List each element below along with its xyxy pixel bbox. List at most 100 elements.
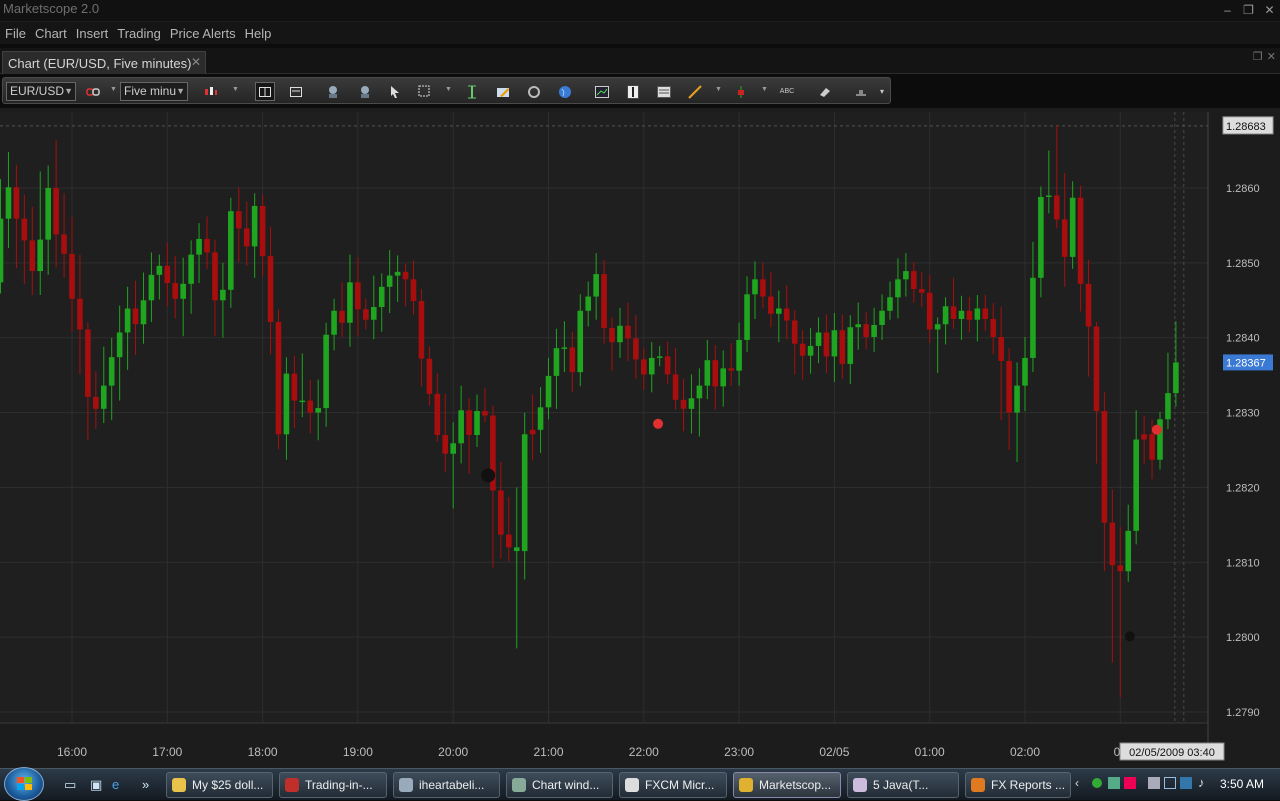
candle-body bbox=[577, 310, 584, 373]
chart-picture-icon[interactable] bbox=[592, 82, 612, 101]
internet-explorer-icon[interactable]: e bbox=[112, 777, 119, 792]
menu-insert[interactable]: Insert bbox=[72, 26, 113, 41]
candle-body bbox=[942, 306, 949, 325]
tray-clipboard-icon[interactable] bbox=[1148, 777, 1160, 789]
line-tool-icon[interactable] bbox=[685, 82, 705, 101]
candle-body bbox=[1077, 197, 1084, 284]
restore-button[interactable]: ❐ bbox=[1238, 0, 1259, 20]
taskbar-button[interactable]: FXCM Micr... bbox=[619, 772, 727, 798]
tab-strip: Chart (EUR/USD, Five minutes) ✕ ❐ ✕ bbox=[0, 48, 1280, 74]
dropdown-arrow-icon[interactable]: ▼ bbox=[110, 86, 117, 93]
candle-body bbox=[21, 218, 28, 241]
candle-body bbox=[69, 253, 75, 299]
candle-body bbox=[363, 309, 369, 320]
taskbar-button[interactable]: 5 Java(T... bbox=[847, 772, 959, 798]
chart-grid bbox=[0, 108, 1280, 768]
settings-icon[interactable] bbox=[851, 82, 871, 101]
minimize-button[interactable]: – bbox=[1217, 0, 1238, 20]
symbol-select[interactable]: EUR/USD ▼ bbox=[6, 82, 76, 101]
quicklaunch-overflow-icon[interactable]: » bbox=[142, 777, 149, 792]
toolbar-overflow-icon[interactable]: ▾ bbox=[876, 82, 888, 101]
buy-sell-icon[interactable] bbox=[731, 82, 751, 101]
menu-trading[interactable]: Trading bbox=[113, 26, 165, 41]
menu-chart[interactable]: Chart bbox=[31, 26, 71, 41]
candle-body bbox=[569, 347, 576, 373]
taskbar-button[interactable]: FX Reports ... bbox=[965, 772, 1071, 798]
volume-icon[interactable]: ♪ bbox=[1198, 775, 1205, 790]
taskbar-button[interactable]: Trading-in-... bbox=[279, 772, 387, 798]
candle-body bbox=[402, 271, 409, 280]
candle-body bbox=[188, 254, 194, 284]
taskbar-button-label: Marketscop... bbox=[759, 778, 832, 792]
zoom-in-icon[interactable] bbox=[323, 82, 343, 101]
switch-windows-icon[interactable]: ▣ bbox=[90, 777, 102, 793]
y-tick-label: 1.2820 bbox=[1226, 482, 1260, 494]
taskbar-button[interactable]: Marketscop... bbox=[733, 772, 841, 798]
indicator-icon[interactable] bbox=[623, 82, 643, 101]
candle-body bbox=[815, 332, 822, 346]
candle-body bbox=[267, 256, 274, 322]
candle-body bbox=[331, 310, 337, 335]
timeframe-select[interactable]: Five minu ▼ bbox=[120, 82, 188, 101]
dropdown-arrow-icon[interactable]: ▼ bbox=[715, 86, 722, 93]
candle-type-icon[interactable] bbox=[201, 82, 221, 101]
tray-expand-icon[interactable]: ‹ bbox=[1075, 776, 1079, 790]
dropdown-arrow-icon[interactable]: ▼ bbox=[232, 86, 239, 93]
taskbar-button-label: Chart wind... bbox=[532, 778, 600, 792]
dropdown-arrow-icon[interactable]: ▼ bbox=[761, 86, 768, 93]
cursor-text-icon[interactable] bbox=[462, 82, 482, 101]
candle-body bbox=[29, 240, 36, 272]
candle-body bbox=[498, 490, 504, 535]
candle-body bbox=[410, 279, 417, 302]
tray-app-icon[interactable] bbox=[1108, 777, 1120, 789]
data-window-icon[interactable] bbox=[286, 82, 306, 101]
chart-properties-icon[interactable] bbox=[654, 82, 674, 101]
battery-icon[interactable] bbox=[1180, 777, 1192, 789]
float-icon[interactable]: ❐ bbox=[1253, 50, 1263, 63]
network-icon[interactable] bbox=[1164, 777, 1176, 789]
menu-file[interactable]: File bbox=[1, 26, 30, 41]
candle-body bbox=[426, 358, 433, 394]
candle-body bbox=[656, 356, 663, 358]
candle-body bbox=[593, 274, 599, 297]
x-tick-label: 23:00 bbox=[724, 745, 754, 759]
dropdown-arrow-icon[interactable]: ▼ bbox=[445, 86, 452, 93]
x-tick-label: 18:00 bbox=[248, 745, 278, 759]
price-chart[interactable]: 1.2860 1.2850 1.2840 1.2830 1.2820 1.2810 1.28… bbox=[0, 108, 1280, 768]
zoom-out-icon[interactable] bbox=[355, 82, 375, 101]
show-desktop-icon[interactable]: ▭ bbox=[64, 777, 76, 793]
crosshair-mode-icon[interactable] bbox=[255, 82, 275, 101]
chrome-icon bbox=[172, 778, 186, 792]
zoom-area-icon[interactable] bbox=[415, 82, 435, 101]
drawing-pencil-icon[interactable] bbox=[493, 82, 513, 101]
x-tick-label: 16:00 bbox=[57, 745, 87, 759]
menu-help[interactable]: Help bbox=[241, 26, 276, 41]
taskbar-button[interactable]: iheartabeli... bbox=[393, 772, 500, 798]
tab-close-icon[interactable]: ✕ bbox=[191, 55, 201, 69]
y-tick-label: 1.2860 bbox=[1226, 183, 1260, 195]
tab-label: Chart (EUR/USD, Five minutes) bbox=[8, 55, 192, 71]
tab-chart[interactable]: Chart (EUR/USD, Five minutes) ✕ bbox=[2, 51, 206, 74]
refresh-icon[interactable] bbox=[524, 82, 544, 101]
text-label-icon[interactable]: ABC bbox=[777, 82, 797, 101]
tray-status-icon[interactable] bbox=[1092, 778, 1102, 788]
close-icon[interactable]: ✕ bbox=[1267, 50, 1276, 63]
pointer-icon[interactable] bbox=[385, 82, 405, 101]
candle-body bbox=[847, 327, 854, 364]
taskbar-button-label: Trading-in-... bbox=[305, 778, 373, 792]
chart-area[interactable]: 1.2860 1.2850 1.2840 1.2830 1.2820 1.2810 1.28… bbox=[0, 108, 1280, 768]
close-button[interactable]: ✕ bbox=[1259, 0, 1280, 20]
eraser-icon[interactable] bbox=[815, 82, 835, 101]
candle-body bbox=[926, 292, 933, 330]
candle-body bbox=[148, 274, 155, 301]
x-tick-label: 20:00 bbox=[438, 745, 468, 759]
link-icon[interactable] bbox=[83, 82, 103, 101]
globe-icon[interactable] bbox=[555, 82, 575, 101]
start-button[interactable] bbox=[4, 767, 44, 801]
taskbar-button[interactable]: Chart wind... bbox=[506, 772, 613, 798]
tray-alert-icon[interactable] bbox=[1124, 777, 1136, 789]
taskbar-button[interactable]: My $25 doll... bbox=[166, 772, 273, 798]
candle-body bbox=[990, 319, 997, 337]
candle-body bbox=[1046, 195, 1052, 197]
menu-price-alerts[interactable]: Price Alerts bbox=[166, 26, 240, 41]
